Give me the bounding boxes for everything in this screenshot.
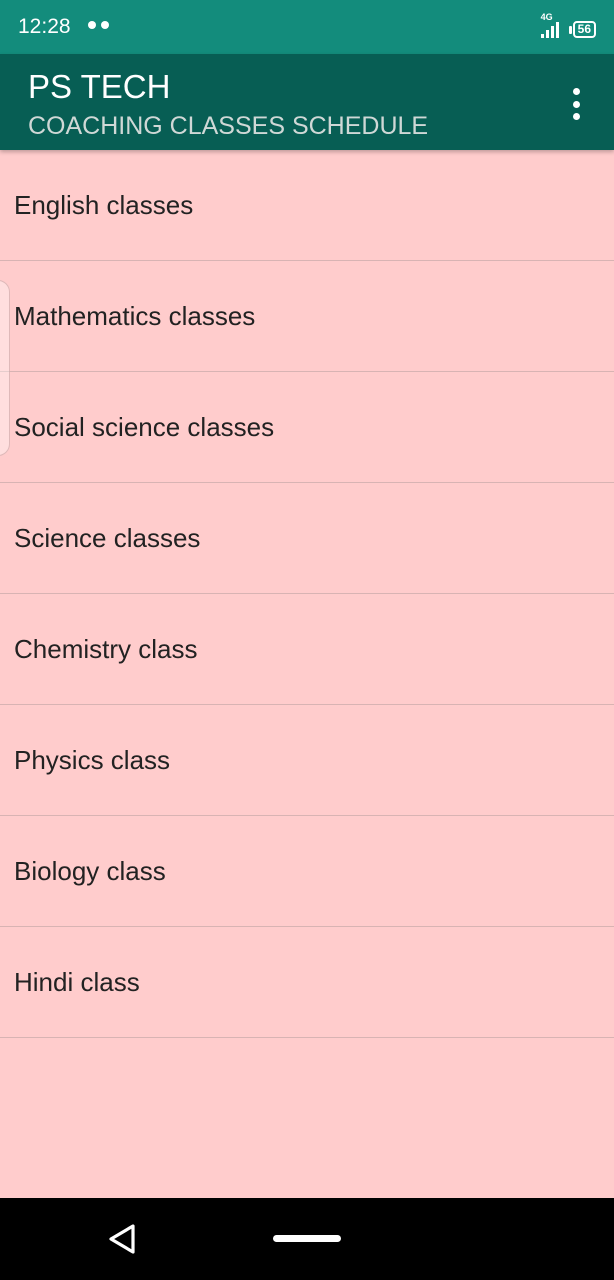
list-item-label: Hindi class (14, 966, 140, 997)
back-triangle-icon[interactable] (106, 1222, 140, 1256)
list-item-label: Science classes (14, 522, 201, 553)
list-item-label: Mathematics classes (14, 300, 256, 331)
status-time: 12:28 (18, 15, 71, 38)
list-item-label: Physics class (14, 744, 171, 775)
status-indicators: 4G 56 (540, 12, 596, 38)
list-item-social-science[interactable]: Social science classes (0, 372, 614, 483)
list-item-mathematics[interactable]: Mathematics classes (0, 261, 614, 372)
status-bar: 12:28 4G 56 (0, 0, 614, 54)
edge-panel-handle[interactable] (0, 280, 10, 456)
battery-icon: 56 (568, 21, 596, 38)
battery-level: 56 (572, 21, 596, 38)
app-title: PS TECH (28, 68, 171, 105)
list-item-hindi[interactable]: Hindi class (0, 927, 614, 1038)
notification-dots-icon (88, 21, 109, 29)
app-bar: PS TECH COACHING CLASSES SCHEDULE (0, 54, 614, 150)
list-item-physics[interactable]: Physics class (0, 705, 614, 816)
list-item-label: Chemistry class (14, 633, 198, 664)
list-item-label: English classes (14, 189, 194, 220)
navigation-bar (0, 1198, 614, 1280)
app-subtitle: COACHING CLASSES SCHEDULE (28, 112, 429, 140)
signal-icon: 4G (540, 12, 563, 38)
list-item-chemistry[interactable]: Chemistry class (0, 594, 614, 705)
list-item-label: Biology class (14, 855, 166, 886)
screen: 12:28 4G 56 PS TECH COACHING CLASSES SCH… (0, 0, 614, 1280)
list-item-science[interactable]: Science classes (0, 483, 614, 594)
class-list: English classes Mathematics classes Soci… (0, 150, 614, 1038)
home-pill-icon[interactable] (273, 1235, 341, 1242)
network-type: 4G (540, 12, 553, 22)
list-item-label: Social science classes (14, 411, 275, 442)
list-item-english[interactable]: English classes (0, 150, 614, 261)
more-vert-icon[interactable] (562, 86, 590, 122)
list-item-biology[interactable]: Biology class (0, 816, 614, 927)
